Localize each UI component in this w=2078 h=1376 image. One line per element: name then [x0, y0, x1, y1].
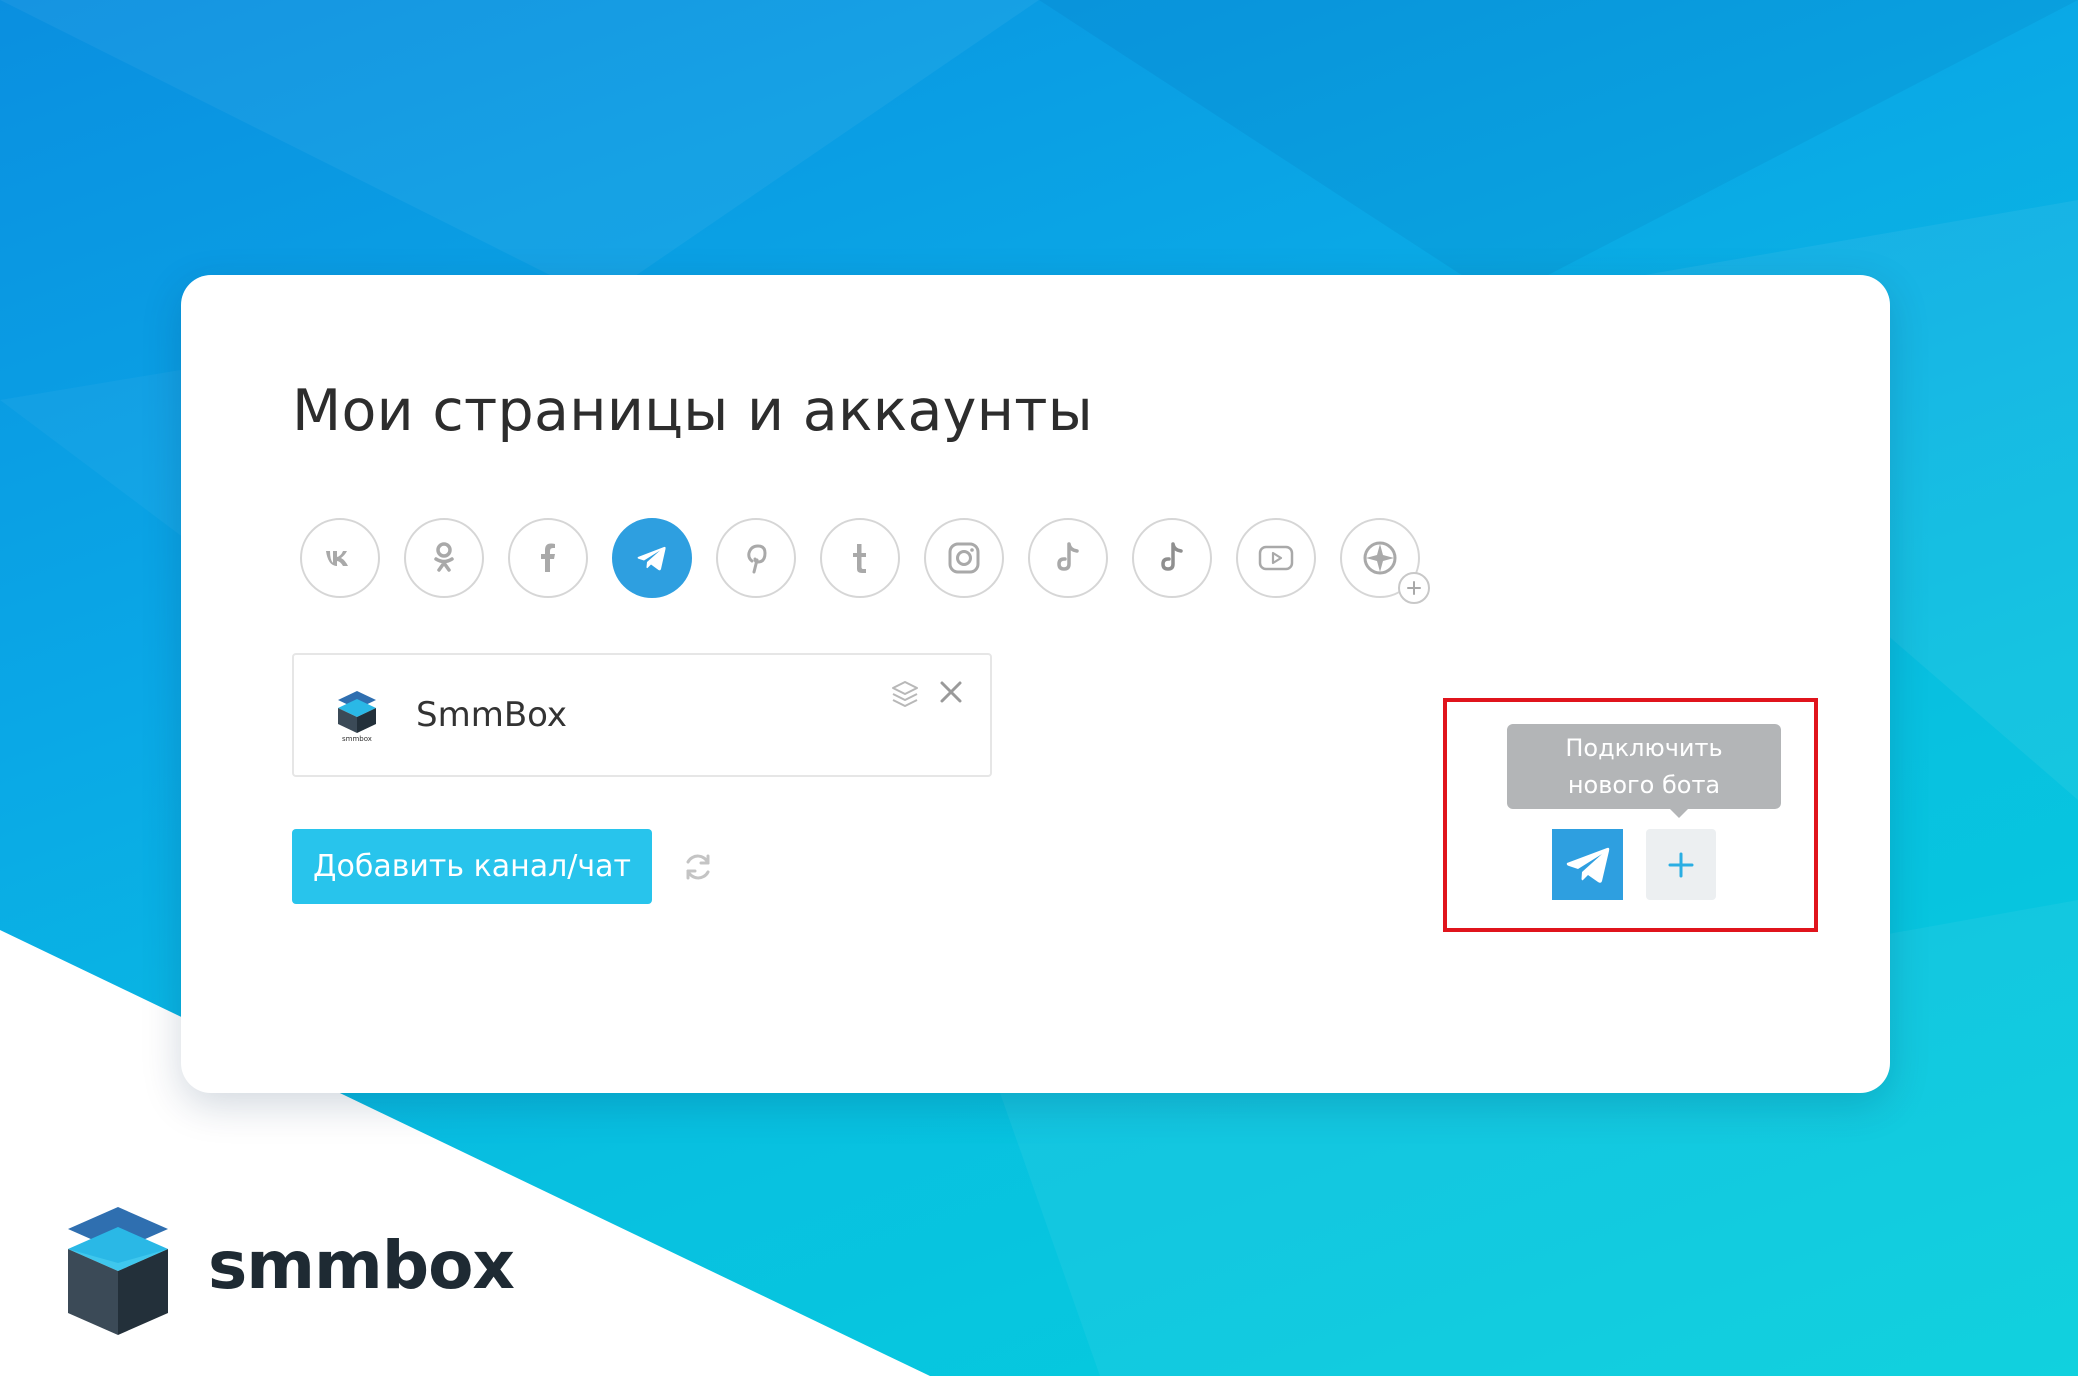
layers-icon[interactable] [890, 679, 920, 709]
facebook-icon [541, 543, 555, 572]
add-channel-button[interactable]: Добавить канал/чат [292, 829, 652, 904]
pinterest-icon [747, 544, 767, 574]
social-telegram-button[interactable] [612, 518, 692, 598]
social-facebook-button[interactable] [508, 518, 588, 598]
brand-name: smmbox [208, 1227, 515, 1304]
telegram-bot-button[interactable] [1552, 829, 1623, 900]
vk-icon [326, 551, 348, 566]
telegram-icon [637, 546, 666, 571]
tiktok-icon [1057, 542, 1079, 571]
plus-icon [1668, 852, 1694, 877]
social-add-network-button[interactable] [1340, 518, 1430, 604]
channel-item[interactable]: smmbox SmmBox [292, 653, 992, 777]
social-tiktok-business-button[interactable] [1132, 518, 1212, 598]
social-tiktok-button[interactable] [1028, 518, 1108, 598]
close-icon[interactable] [938, 679, 964, 705]
channel-logo-caption: smmbox [342, 735, 372, 743]
youtube-icon [1258, 545, 1294, 571]
plus-icon [1398, 572, 1430, 604]
tiktok-icon [1161, 542, 1183, 571]
smmbox-logo-icon [68, 1207, 168, 1335]
tooltip-arrow [1669, 808, 1689, 818]
connect-bot-tooltip: Подключить нового бота [1507, 724, 1781, 809]
tumblr-icon [853, 544, 866, 573]
refresh-icon[interactable] [681, 850, 715, 884]
social-pinterest-button[interactable] [716, 518, 796, 598]
tooltip-line-2: нового бота [1567, 770, 1721, 799]
odnoklassniki-icon [434, 542, 454, 572]
page-title: Мои страницы и аккаунты [292, 378, 1094, 444]
channel-name: SmmBox [416, 695, 568, 735]
accounts-card: Мои страницы и аккаунты smmbox SmmBox До… [181, 275, 1890, 1093]
tooltip-line-1: Подключить [1565, 733, 1723, 762]
add-bot-button[interactable] [1646, 829, 1716, 900]
add-network-icon [1363, 541, 1397, 575]
social-vk-button[interactable] [300, 518, 380, 598]
social-instagram-button[interactable] [924, 518, 1004, 598]
social-tumblr-button[interactable] [820, 518, 900, 598]
social-youtube-button[interactable] [1236, 518, 1316, 598]
social-ok-button[interactable] [404, 518, 484, 598]
instagram-icon [948, 542, 980, 574]
telegram-icon [1566, 847, 1609, 883]
